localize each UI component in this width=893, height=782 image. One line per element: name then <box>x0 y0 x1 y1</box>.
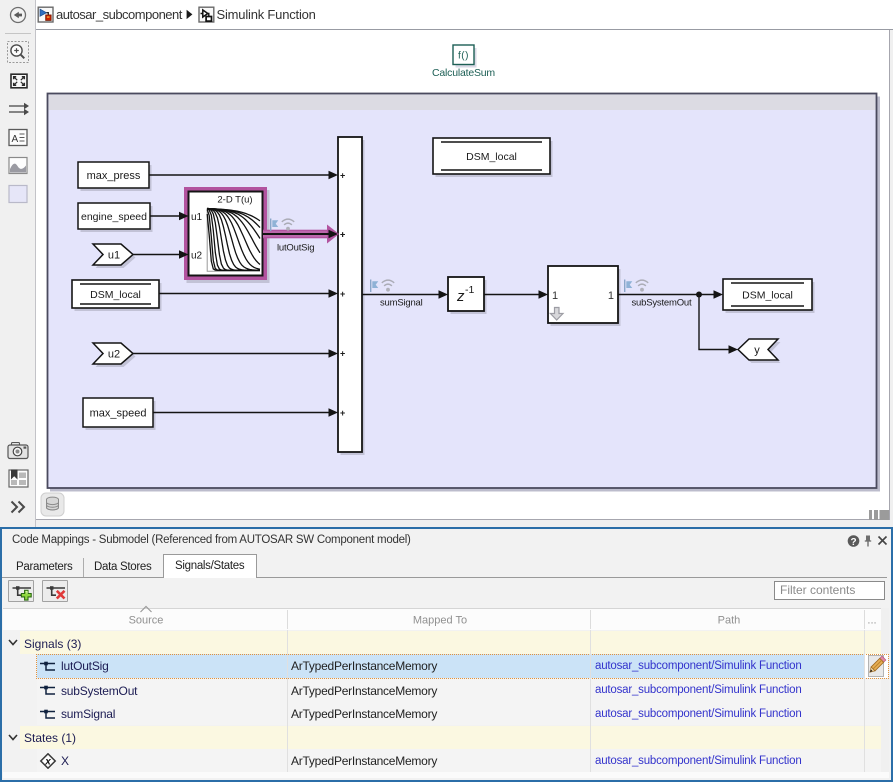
svg-text:+: + <box>340 348 345 358</box>
svg-text:lutOutSig: lutOutSig <box>277 243 314 254</box>
svg-text:?: ? <box>850 537 856 548</box>
svg-text:CalculateSum: CalculateSum <box>432 67 495 79</box>
svg-text:+: + <box>340 170 345 180</box>
svg-text:Path: Path <box>718 615 741 627</box>
svg-text:1: 1 <box>552 290 558 302</box>
svg-text:DSM_local: DSM_local <box>742 290 793 302</box>
svg-text:+: + <box>340 229 345 239</box>
svg-text:Source: Source <box>129 615 164 627</box>
svg-text:Mapped To: Mapped To <box>413 615 467 627</box>
svg-text:DSM_local: DSM_local <box>466 151 517 163</box>
svg-text:DSM_local: DSM_local <box>90 289 141 301</box>
svg-text:sumSignal: sumSignal <box>380 298 423 309</box>
svg-text:max_press: max_press <box>87 170 141 182</box>
svg-text:engine_speed: engine_speed <box>81 211 147 223</box>
svg-text:u2: u2 <box>108 349 120 361</box>
svg-text:+: + <box>340 408 345 418</box>
svg-text:1: 1 <box>608 290 614 302</box>
svg-text:subSystemOut: subSystemOut <box>632 298 692 309</box>
svg-text:u1: u1 <box>108 250 120 262</box>
svg-text:f(): f() <box>458 51 469 62</box>
svg-text:2-D T(u): 2-D T(u) <box>217 194 252 205</box>
svg-text:A: A <box>12 134 19 145</box>
svg-text:z: z <box>456 288 465 305</box>
svg-text:+: + <box>340 289 345 299</box>
svg-text:y: y <box>754 345 760 357</box>
svg-text:...: ... <box>867 615 876 627</box>
svg-text:u2: u2 <box>191 250 203 261</box>
svg-text:u1: u1 <box>191 212 203 223</box>
svg-text:-1: -1 <box>465 284 474 296</box>
svg-text:max_speed: max_speed <box>90 408 147 420</box>
